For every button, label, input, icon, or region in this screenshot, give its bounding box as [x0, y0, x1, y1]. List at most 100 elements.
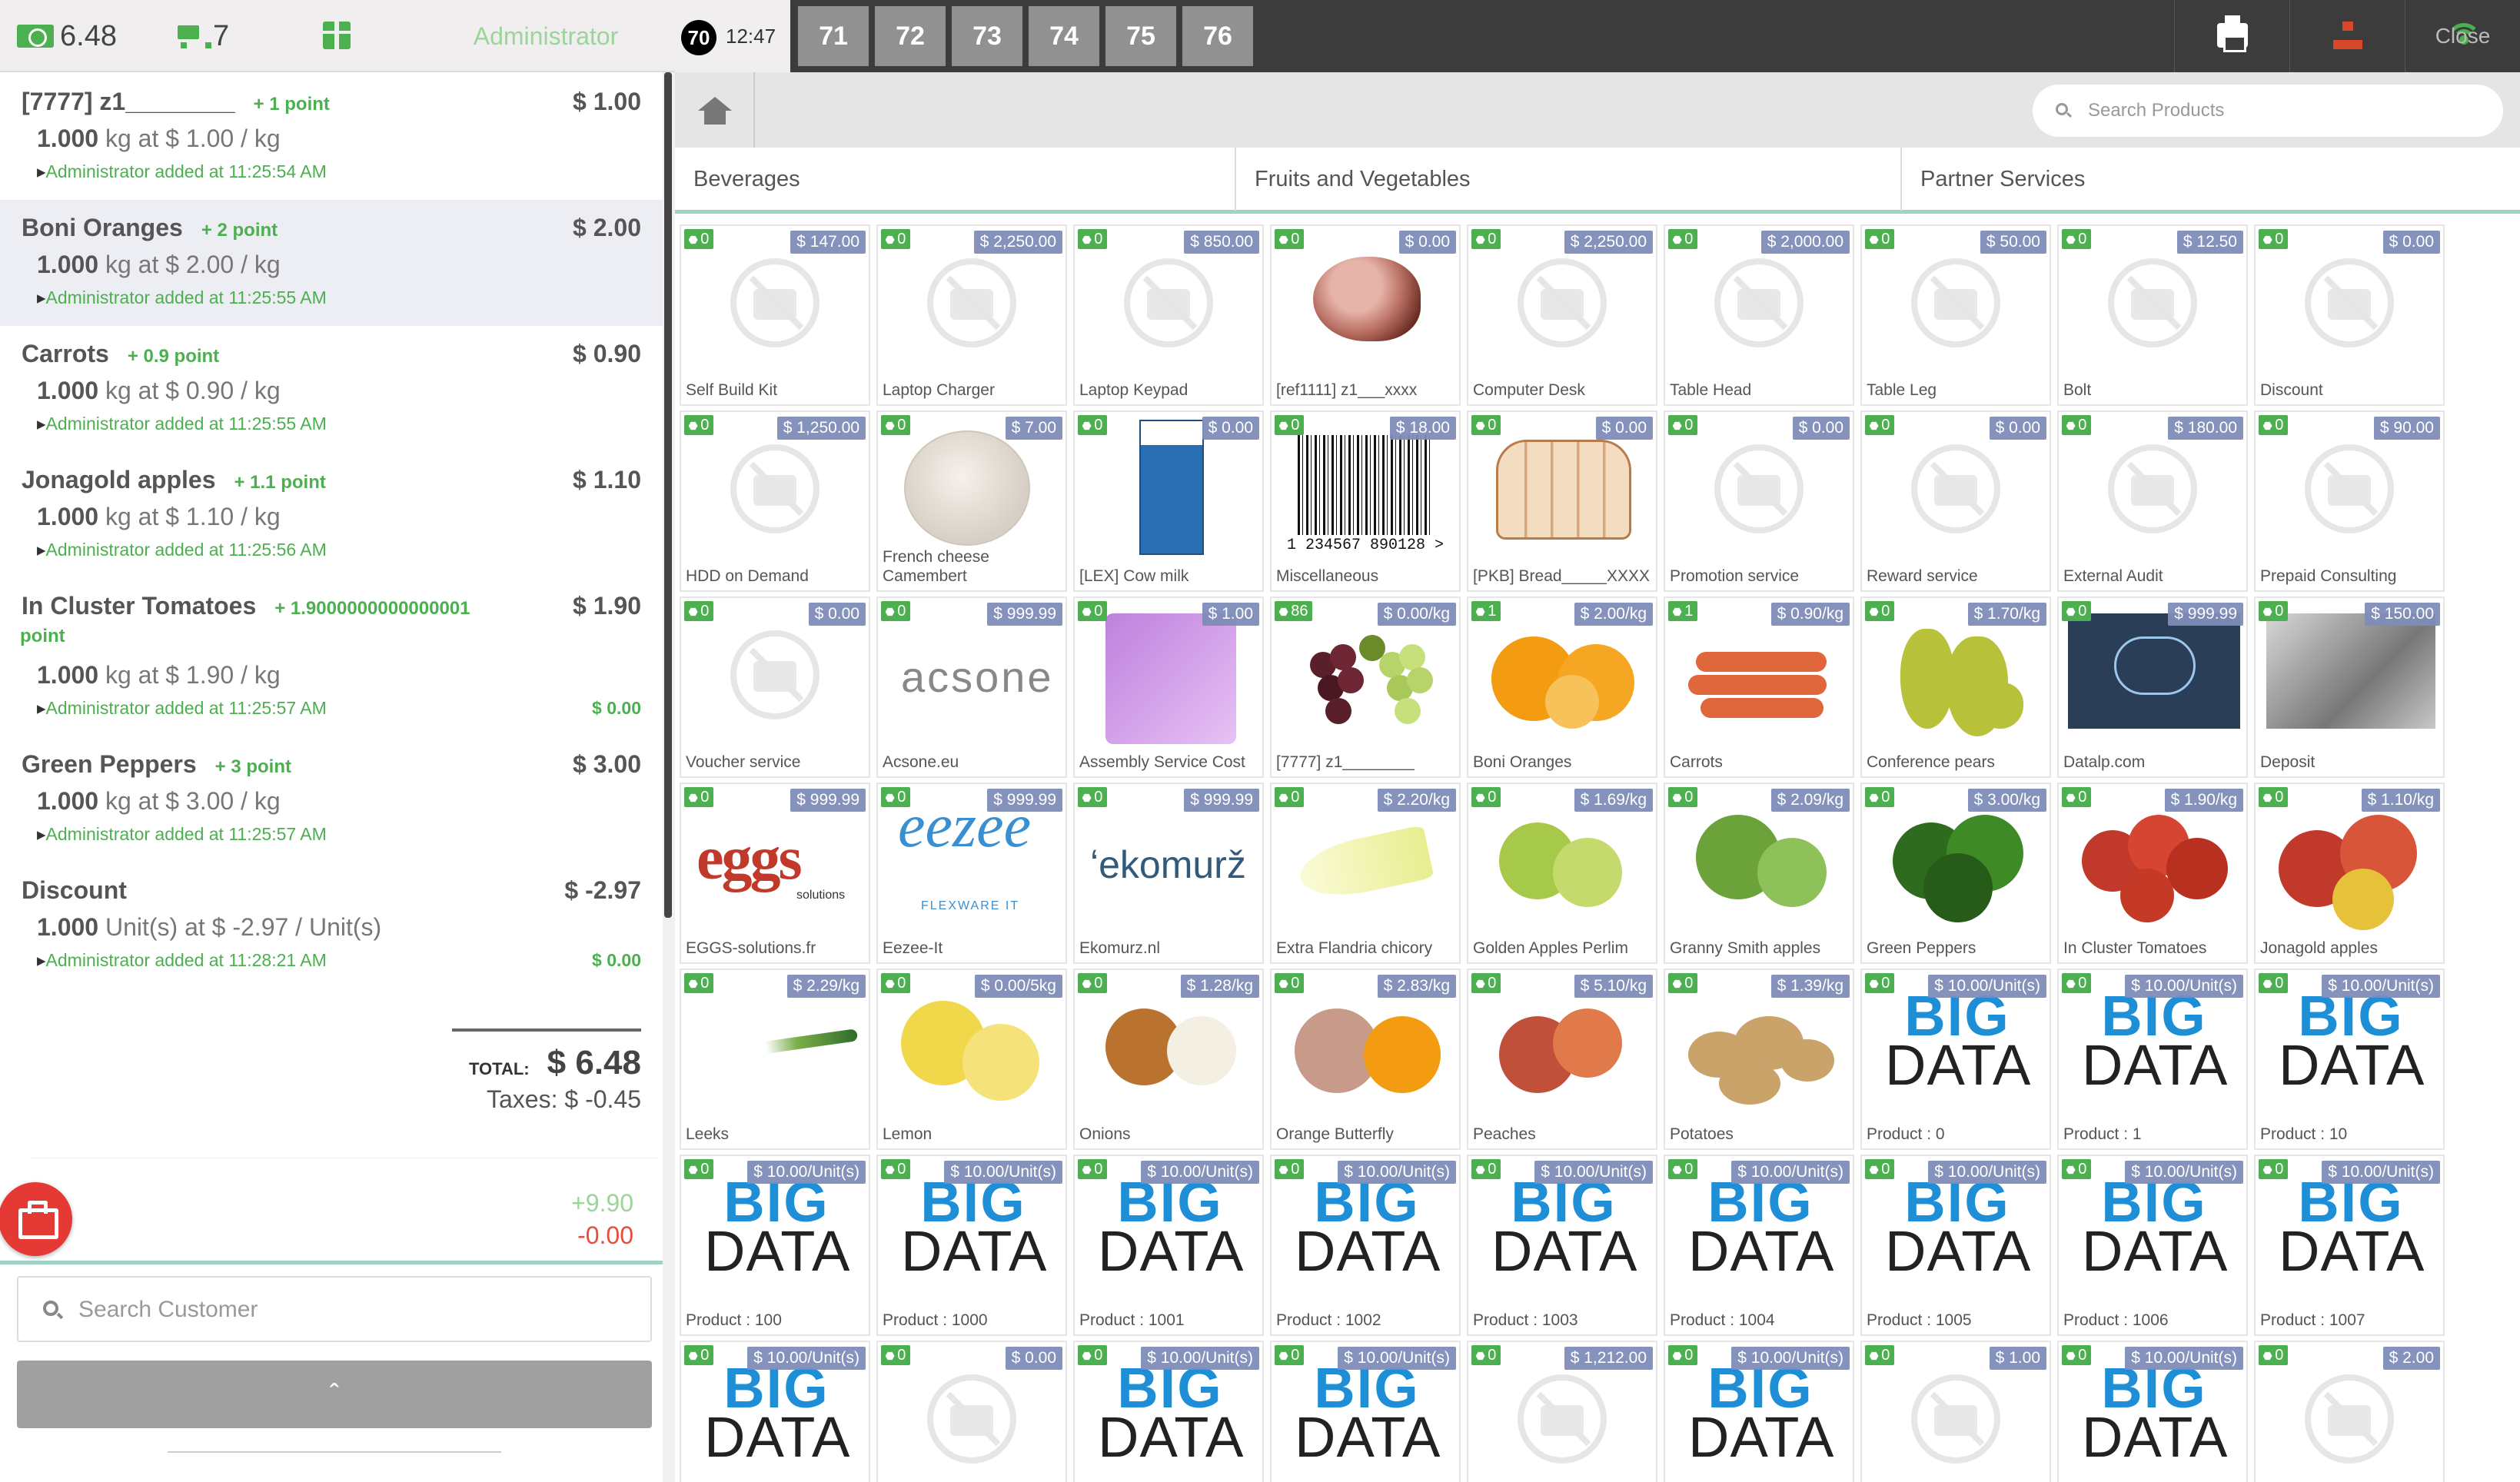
product-card[interactable]: ⬢1 $ 0.90/kg Carrots — [1664, 596, 1854, 778]
order-tab[interactable]: 74 — [1029, 6, 1099, 66]
product-card[interactable]: BIG DATA ⬢0 $ 10.00/Unit(s) Product : 1000 — [876, 1155, 1067, 1336]
product-card[interactable]: ⬢0 $ 1.70/kg Conference pears — [1860, 596, 2051, 778]
orderline[interactable]: [7777] z1________ + 1 point $ 1.00 1.000 kg… — [0, 74, 663, 200]
product-card[interactable]: ⬢0 $ 2,000.00 Table Head — [1664, 224, 1854, 406]
product-card[interactable]: ⬢0 $ 2,250.00 Laptop Charger — [876, 224, 1067, 406]
gift-icon[interactable] — [323, 22, 351, 49]
product-card[interactable]: BIG DATA ⬢0 $ 10.00/Unit(s) Product : 1003 — [1467, 1155, 1657, 1336]
product-card[interactable]: ⬢86 $ 0.00/kg [7777] z1________ — [1270, 596, 1461, 778]
product-card[interactable]: BIG DATA ⬢0 $ 10.00/Unit(s) Product : 1005 — [1860, 1155, 2051, 1336]
product-card[interactable]: ⬢0 $ 1.90/kg In Cluster Tomatoes — [2057, 783, 2248, 964]
product-card[interactable]: BIG DATA ⬢0 $ 10.00/Unit(s) Product : 10 — [2254, 969, 2445, 1150]
product-card[interactable]: ⬢0 $ 0.00/5kg Lemon — [876, 969, 1067, 1150]
product-card[interactable]: ⬢0 $ 2.29/kg Leeks — [680, 969, 870, 1150]
cart-count[interactable]: 7 — [173, 17, 229, 55]
product-card[interactable]: ⬢0 $ 147.00 Self Build Kit — [680, 224, 870, 406]
category-fruits-and-vegetables[interactable]: Fruits and Vegetables — [1236, 148, 1902, 211]
product-card[interactable]: ⬢0 $ 0.00 Promotion service — [1664, 410, 1854, 592]
category-beverages[interactable]: Beverages — [675, 148, 1236, 211]
order-tab[interactable]: 73 — [952, 6, 1022, 66]
product-card[interactable]: BIG DATA ⬢0 $ 10.00/Unit(s) — [1073, 1341, 1264, 1482]
orderline[interactable]: Boni Oranges + 2 point $ 2.00 1.000 kg at $… — [0, 200, 663, 326]
order-tab[interactable]: 75 — [1105, 6, 1176, 66]
product-card[interactable]: ⬢0 $ 3.00/kg Green Peppers — [1860, 783, 2051, 964]
scrollbar-thumb[interactable] — [664, 72, 672, 918]
order-tab[interactable]: 71 — [798, 6, 869, 66]
product-card[interactable]: BIG DATA ⬢0 $ 10.00/Unit(s) — [1664, 1341, 1854, 1482]
product-card[interactable]: ⬢0 $ 0.00 — [876, 1341, 1067, 1482]
product-card[interactable]: ⬢0 $ 0.00 [ref1111] z1___xxxx — [1270, 224, 1461, 406]
product-card[interactable]: ⬢0 $ 5.10/kg Peaches — [1467, 969, 1657, 1150]
product-card[interactable]: ⬢0 $ 0.00 [PKB] Bread_____XXXX — [1467, 410, 1657, 592]
product-card[interactable]: ⬢0 $ 1,212.00 — [1467, 1341, 1657, 1482]
product-card[interactable]: ⬢0 $ 0.00 Reward service — [1860, 410, 2051, 592]
orderline[interactable]: In Cluster Tomatoes + 1.9000000000000001 $… — [0, 578, 663, 736]
product-card[interactable]: BIG DATA ⬢0 $ 10.00/Unit(s) Product : 1007 — [2254, 1155, 2445, 1336]
product-card[interactable]: acsone ⬢0 $ 999.99 Acsone.eu — [876, 596, 1067, 778]
customer-search[interactable] — [17, 1276, 652, 1342]
orderlist-scrollbar[interactable] — [663, 72, 675, 1482]
orderline[interactable]: Discount $ -2.97 1.000 Unit(s) at $ -2.97 … — [0, 862, 663, 989]
customer-search-input[interactable] — [78, 1288, 632, 1331]
product-price-badge: $ 2.29/kg — [786, 975, 866, 998]
product-card[interactable]: ⬢0 $ 1.00 — [1860, 1341, 2051, 1482]
product-card[interactable]: ⬢0 $ 999.99 Datalp.com — [2057, 596, 2248, 778]
product-card[interactable]: ⬢0 $ 50.00 Table Leg — [1860, 224, 2051, 406]
product-card[interactable]: ⬢0 $ 1,250.00 HDD on Demand — [680, 410, 870, 592]
product-card[interactable]: ⬢0 $ 850.00 Laptop Keypad — [1073, 224, 1264, 406]
category-partner-services[interactable]: Partner Services — [1902, 148, 2520, 211]
product-price-badge: $ 999.99 — [1184, 789, 1259, 812]
product-card[interactable]: ⬢0 $ 1.28/kg Onions — [1073, 969, 1264, 1150]
product-card[interactable]: ⬢0 $ 7.00 French cheese Camembert — [876, 410, 1067, 592]
order-tab[interactable]: 76 — [1182, 6, 1253, 66]
product-card[interactable]: BIG DATA ⬢0 $ 10.00/Unit(s) Product : 0 — [1860, 969, 2051, 1150]
product-card[interactable]: BIG DATA ⬢0 $ 10.00/Unit(s) Product : 1006 — [2057, 1155, 2248, 1336]
toolbox-button[interactable] — [0, 1182, 72, 1256]
product-card[interactable]: eggs solutions ⬢0 $ 999.99 EGGS-solutions.fr — [680, 783, 870, 964]
product-card[interactable]: BIG DATA ⬢0 $ 10.00/Unit(s) — [1270, 1341, 1461, 1482]
user-name[interactable]: Administrator — [431, 17, 661, 55]
cash-total[interactable]: 6.48 — [17, 17, 117, 55]
product-card[interactable]: BIG DATA ⬢0 $ 10.00/Unit(s) Product : 1 — [2057, 969, 2248, 1150]
product-card[interactable]: ⬢0 $ 0.00 Discount — [2254, 224, 2445, 406]
product-card[interactable]: ⬢0 $ 90.00 Prepaid Consulting — [2254, 410, 2445, 592]
product-card[interactable]: BIG DATA ⬢0 $ 10.00/Unit(s) — [680, 1341, 870, 1482]
home-button[interactable] — [675, 72, 755, 148]
product-card[interactable]: BIG DATA ⬢0 $ 10.00/Unit(s) Product : 1004 — [1664, 1155, 1854, 1336]
product-card[interactable]: ⬢0 $ 1.39/kg Potatoes — [1664, 969, 1854, 1150]
product-card[interactable]: BIG DATA ⬢0 $ 10.00/Unit(s) — [2057, 1341, 2248, 1482]
product-card[interactable]: ⬢0 $ 0.00 [LEX] Cow milk — [1073, 410, 1264, 592]
order-tab-current[interactable]: 70 12:47 — [675, 0, 790, 72]
product-card[interactable]: ⬢0 $ 1.00 Assembly Service Cost — [1073, 596, 1264, 778]
product-card[interactable]: ⬢0 $ 180.00 External Audit — [2057, 410, 2248, 592]
network-button[interactable] — [2289, 0, 2405, 72]
product-card[interactable]: ⬢0 $ 1.69/kg Golden Apples Perlim — [1467, 783, 1657, 964]
product-card[interactable]: 1 234567 890128 > ⬢0 $ 18.00 Miscellaneous — [1270, 410, 1461, 592]
product-card[interactable]: eezee FLEXWARE IT ⬢0 $ 999.99 Eezee-It — [876, 783, 1067, 964]
expand-actions-button[interactable]: ˆ — [17, 1361, 652, 1428]
orderline[interactable]: Green Peppers + 3 point $ 3.00 1.000 kg at … — [0, 736, 663, 862]
product-card[interactable]: ⬢0 $ 2.83/kg Orange Butterfly — [1270, 969, 1461, 1150]
product-card[interactable]: ⬢0 $ 12.50 Bolt — [2057, 224, 2248, 406]
orderline[interactable]: Jonagold apples + 1.1 point $ 1.10 1.000 kg… — [0, 452, 663, 578]
product-search-input[interactable] — [2088, 94, 2488, 128]
product-card[interactable]: BIG DATA ⬢0 $ 10.00/Unit(s) Product : 100 — [680, 1155, 870, 1336]
product-name: Jonagold apples — [22, 466, 216, 493]
product-card[interactable]: ⬢0 $ 2,250.00 Computer Desk — [1467, 224, 1657, 406]
close-button[interactable]: Close — [2405, 0, 2520, 72]
order-tab[interactable]: 72 — [875, 6, 946, 66]
product-name: Lemon — [883, 1125, 933, 1143]
product-card[interactable]: ⬢0 $ 2.00 — [2254, 1341, 2445, 1482]
product-card[interactable]: ⬢1 $ 2.00/kg Boni Oranges — [1467, 596, 1657, 778]
product-card[interactable]: ⬢0 $ 0.00 Voucher service — [680, 596, 870, 778]
product-card[interactable]: ʻekomurž ⬢0 $ 999.99 Ekomurz.nl — [1073, 783, 1264, 964]
product-card[interactable]: BIG DATA ⬢0 $ 10.00/Unit(s) Product : 1002 — [1270, 1155, 1461, 1336]
print-button[interactable] — [2174, 0, 2289, 72]
product-card[interactable]: ⬢0 $ 150.00 Deposit — [2254, 596, 2445, 778]
product-card[interactable]: ⬢0 $ 2.20/kg Extra Flandria chicory — [1270, 783, 1461, 964]
product-card[interactable]: ⬢0 $ 2.09/kg Granny Smith apples — [1664, 783, 1854, 964]
product-card[interactable]: ⬢0 $ 1.10/kg Jonagold apples — [2254, 783, 2445, 964]
orderline[interactable]: Carrots + 0.9 point $ 0.90 1.000 kg at $ 0.… — [0, 326, 663, 452]
product-card[interactable]: BIG DATA ⬢0 $ 10.00/Unit(s) Product : 1001 — [1073, 1155, 1264, 1336]
product-search[interactable] — [2033, 85, 2503, 137]
